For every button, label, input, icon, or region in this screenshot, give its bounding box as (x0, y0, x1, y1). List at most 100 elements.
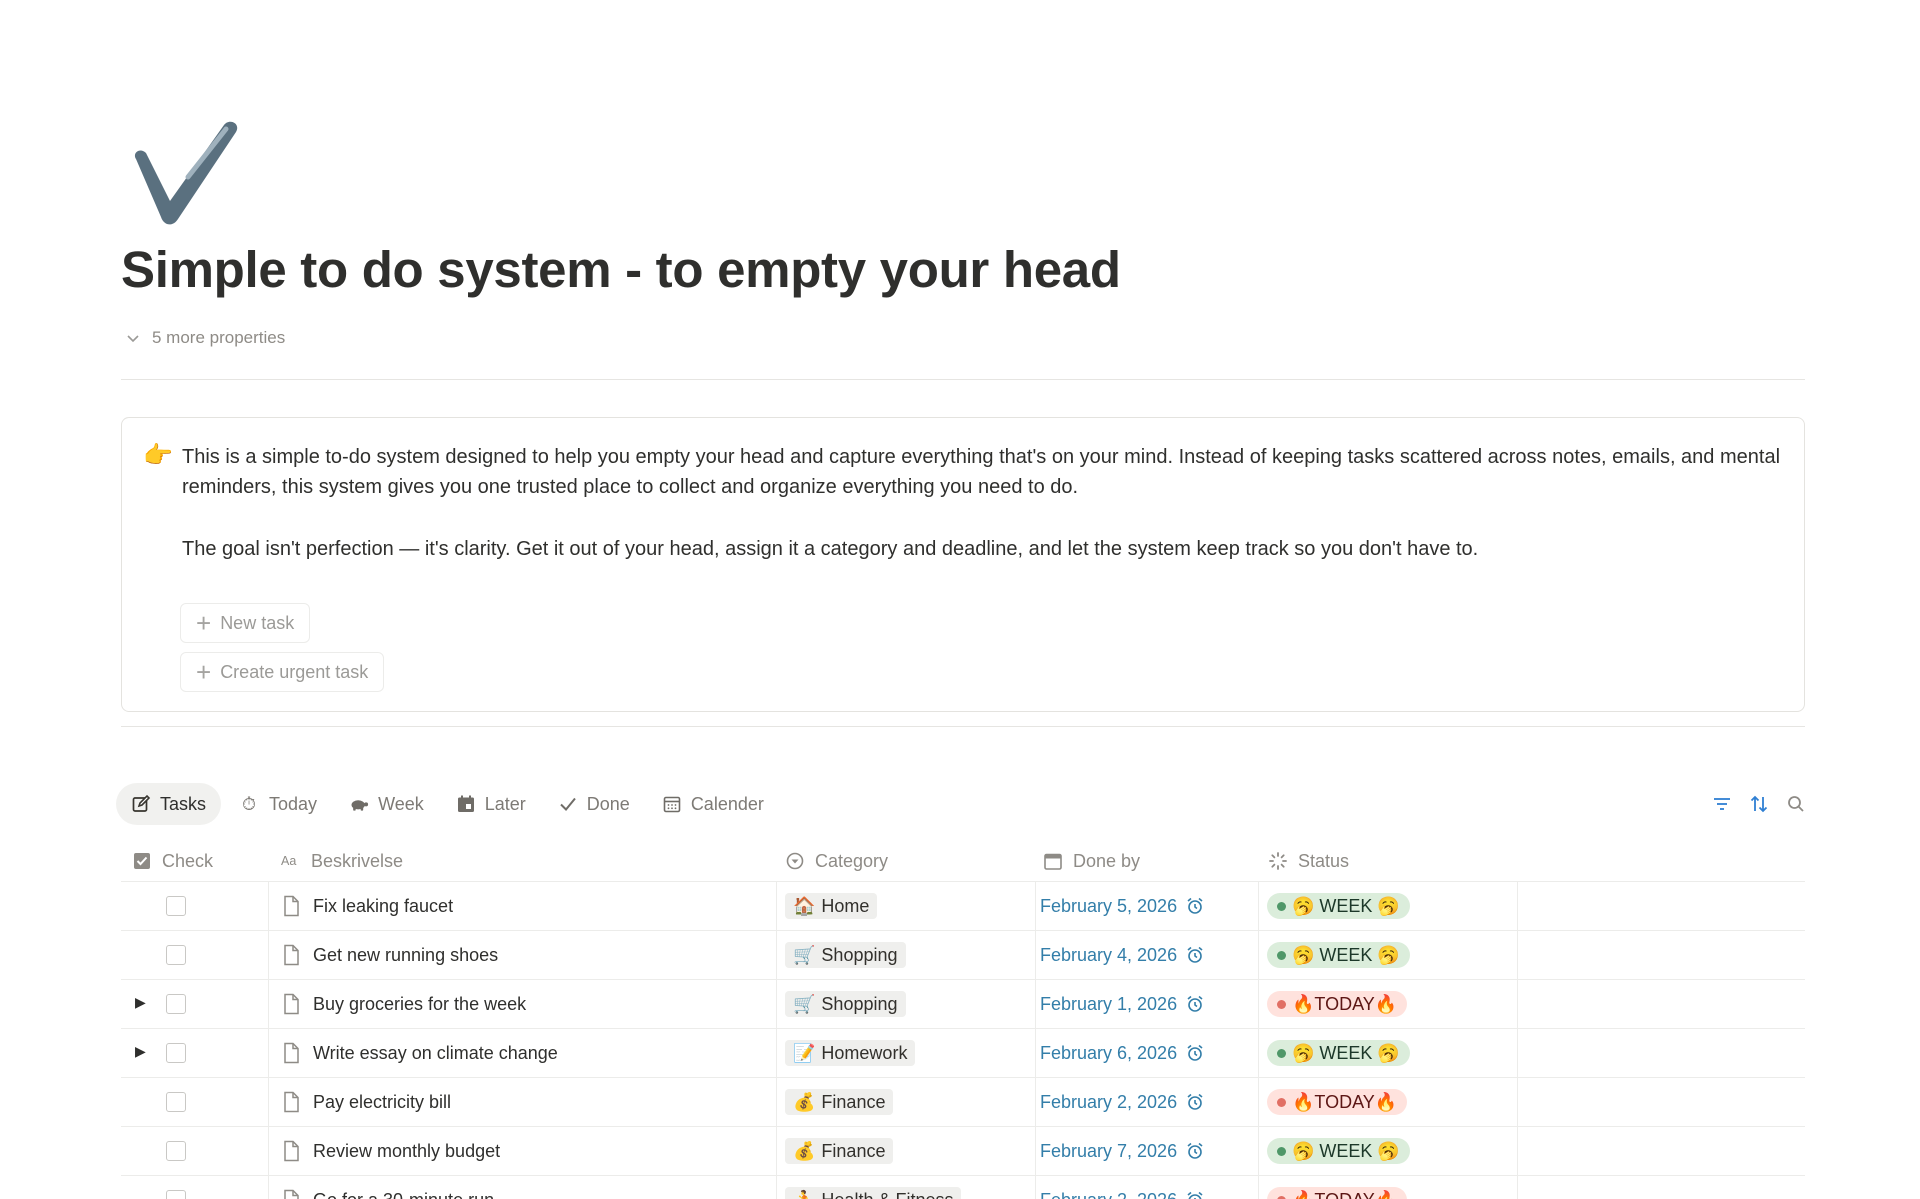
task-checkbox[interactable] (166, 1043, 186, 1063)
column-divider (268, 882, 269, 931)
column-header-category[interactable]: Category (785, 840, 888, 882)
alarm-clock-icon[interactable] (1185, 1092, 1205, 1112)
task-name-cell[interactable]: Get new running shoes (281, 931, 498, 979)
table-row[interactable]: Get new running shoes 🛒 Shopping February 4… (121, 931, 1805, 980)
status-dot (1277, 1048, 1286, 1058)
column-header-description[interactable]: Aa Beskrivelse (281, 840, 403, 882)
column-header-status[interactable]: Status (1268, 840, 1349, 882)
tab-week[interactable]: Week (334, 783, 439, 825)
page-title[interactable]: Simple to do system - to empty your head (121, 240, 1121, 299)
create-urgent-task-button[interactable]: + Create urgent task (180, 652, 385, 692)
column-divider (1517, 1176, 1518, 1199)
alarm-clock-icon[interactable] (1185, 1190, 1205, 1199)
done-by-cell[interactable]: February 7, 2026 (1040, 1127, 1205, 1175)
category-emoji-icon: 🏠 (793, 895, 816, 916)
category-tag[interactable]: 💰 Finance (785, 1089, 894, 1115)
tab-calender[interactable]: Calender (647, 783, 779, 825)
heavy-check-mark-icon[interactable] (126, 113, 242, 233)
task-name: Write essay on climate change (313, 1042, 558, 1063)
expand-toggle-icon[interactable]: ▶ (135, 1043, 146, 1060)
table-row[interactable]: Go for a 30-minute run 🏃 Health & Fitness F… (121, 1176, 1805, 1199)
column-divider (1035, 1176, 1036, 1199)
search-icon[interactable] (1785, 793, 1807, 815)
status-badge[interactable]: 🔥TODAY🔥 (1267, 1187, 1408, 1199)
done-by-cell[interactable]: February 6, 2026 (1040, 1029, 1205, 1077)
page-icon (284, 1140, 299, 1162)
task-checkbox[interactable] (166, 994, 186, 1014)
done-by-cell[interactable]: February 5, 2026 (1040, 882, 1205, 930)
plus-icon: + (196, 608, 212, 638)
status-dot (1277, 1146, 1286, 1156)
text-property-icon: Aa (281, 854, 296, 868)
alarm-clock-icon[interactable] (1185, 945, 1205, 965)
done-by-date: February 5, 2026 (1040, 895, 1178, 916)
sort-icon[interactable] (1748, 793, 1770, 815)
task-name-cell[interactable]: Write essay on climate change (281, 1029, 558, 1077)
done-by-cell[interactable]: February 4, 2026 (1040, 931, 1205, 979)
status-badge[interactable]: 🔥TODAY🔥 (1267, 1089, 1408, 1115)
chevron-down-icon (127, 335, 139, 343)
table-row[interactable]: ▶ Buy groceries for the week 🛒 Shopping Febr… (121, 980, 1805, 1029)
status-badge[interactable]: 🥱 WEEK 🥱 (1267, 942, 1410, 968)
task-checkbox[interactable] (166, 945, 186, 965)
table-row[interactable]: Pay electricity bill 💰 Finance February 2, … (121, 1078, 1805, 1127)
task-checkbox[interactable] (166, 1092, 186, 1112)
task-name-cell[interactable]: Go for a 30-minute run (281, 1176, 494, 1199)
page-icon (284, 895, 299, 917)
status-badge[interactable]: 🥱 WEEK 🥱 (1267, 1138, 1410, 1164)
tab-today[interactable]: ⏱ Today (223, 783, 332, 825)
alarm-clock-icon[interactable] (1185, 1141, 1205, 1161)
task-name-cell[interactable]: Buy groceries for the week (281, 980, 526, 1028)
category-tag[interactable]: 🏠 Home (785, 893, 878, 919)
category-tag[interactable]: 💰 Finance (785, 1138, 894, 1164)
view-tabs: Tasks ⏱ Today Week Later Done Calender (116, 783, 781, 825)
column-divider (776, 1029, 777, 1078)
column-divider (1517, 931, 1518, 980)
filter-icon[interactable] (1711, 793, 1733, 815)
task-checkbox[interactable] (166, 1141, 186, 1161)
column-divider (1035, 882, 1036, 931)
category-tag[interactable]: 🛒 Shopping (785, 942, 906, 968)
alarm-clock-icon[interactable] (1185, 1043, 1205, 1063)
calendar-icon (663, 796, 681, 813)
task-checkbox[interactable] (166, 896, 186, 916)
svg-text:Aa: Aa (281, 854, 296, 868)
done-by-cell[interactable]: February 2, 2026 (1040, 1078, 1205, 1126)
done-by-cell[interactable]: February 1, 2026 (1040, 980, 1205, 1028)
column-header-done-by[interactable]: Done by (1043, 840, 1140, 882)
alarm-clock-icon[interactable] (1185, 896, 1205, 916)
column-header-check[interactable]: Check (132, 840, 213, 882)
category-tag[interactable]: 📝 Homework (785, 1040, 916, 1066)
category-tag[interactable]: 🏃 Health & Fitness (785, 1187, 962, 1199)
task-checkbox[interactable] (166, 1190, 186, 1199)
category-tag[interactable]: 🛒 Shopping (785, 991, 906, 1017)
status-dot (1277, 1097, 1286, 1107)
task-name-cell[interactable]: Review monthly budget (281, 1127, 500, 1175)
column-divider (268, 1127, 269, 1176)
column-divider (776, 1078, 777, 1127)
tab-later[interactable]: Later (441, 783, 541, 825)
status-badge[interactable]: 🔥TODAY🔥 (1267, 991, 1408, 1017)
category-label: Home (821, 895, 870, 916)
table-row[interactable]: ▶ Write essay on climate change 📝 Homework F… (121, 1029, 1805, 1078)
done-by-date: February 6, 2026 (1040, 1042, 1178, 1063)
divider (121, 726, 1805, 727)
table-row[interactable]: Fix leaking faucet 🏠 Home February 5, 2026 🥱… (121, 882, 1805, 931)
status-badge[interactable]: 🥱 WEEK 🥱 (1267, 1040, 1410, 1066)
column-divider (776, 980, 777, 1029)
tab-tasks[interactable]: Tasks (116, 783, 222, 825)
expand-toggle-icon[interactable]: ▶ (135, 994, 146, 1011)
more-properties-toggle[interactable]: 5 more properties (124, 326, 285, 350)
task-name-cell[interactable]: Fix leaking faucet (281, 882, 453, 930)
done-by-cell[interactable]: February 2, 2026 (1040, 1176, 1205, 1199)
status-badge[interactable]: 🥱 WEEK 🥱 (1267, 893, 1410, 919)
column-divider (1258, 1176, 1259, 1199)
new-task-button[interactable]: + New task (180, 603, 311, 643)
column-divider (1258, 882, 1259, 931)
alarm-clock-icon[interactable] (1185, 994, 1205, 1014)
category-emoji-icon: 🛒 (793, 944, 816, 965)
tab-done[interactable]: Done (543, 783, 645, 825)
task-name-cell[interactable]: Pay electricity bill (281, 1078, 451, 1126)
category-label: Shopping (821, 993, 898, 1014)
table-row[interactable]: Review monthly budget 💰 Finance February 7,… (121, 1127, 1805, 1176)
